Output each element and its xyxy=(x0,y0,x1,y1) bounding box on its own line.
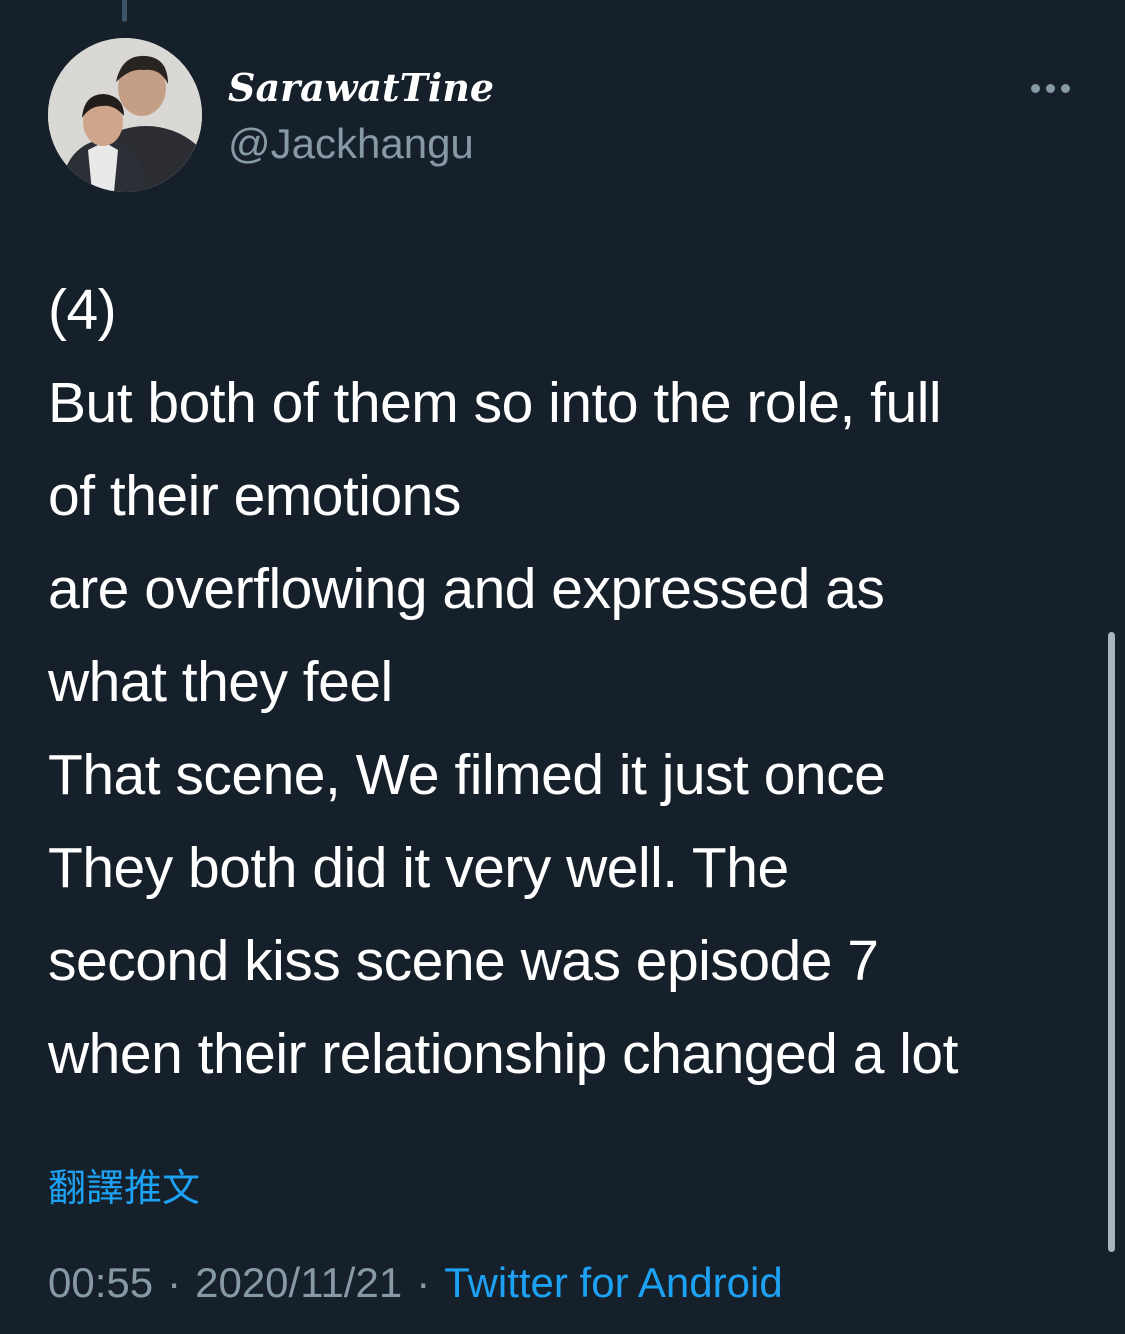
avatar[interactable] xyxy=(48,38,202,192)
more-dot xyxy=(1030,83,1040,93)
tweet-text: (4) But both of them so into the role, f… xyxy=(48,264,1098,1101)
tweet-time: 00:55 xyxy=(48,1259,154,1306)
tweet-text-line: when their relationship changed a lot xyxy=(48,1022,958,1086)
tweet-date: 2020/11/21 xyxy=(195,1259,403,1306)
translate-tweet-link[interactable]: 翻譯推文 xyxy=(48,1164,200,1214)
author-display-name[interactable]: SarawatTine xyxy=(228,62,494,114)
more-dot xyxy=(1045,83,1055,93)
more-options-icon[interactable] xyxy=(1020,72,1080,104)
tweet-text-line: are overflowing and expressed as xyxy=(48,557,885,621)
tweet-source-link[interactable]: Twitter for Android xyxy=(444,1259,782,1306)
avatar-photo xyxy=(48,38,202,192)
author-handle[interactable]: @Jackhangu xyxy=(228,118,474,170)
tweet-text-line: That scene, We filmed it just once xyxy=(48,743,886,807)
meta-separator: · xyxy=(416,1259,431,1306)
meta-separator: · xyxy=(167,1259,182,1306)
tweet-text-line: what they feel xyxy=(48,650,393,714)
tweet-meta: 00:55 · 2020/11/21 · Twitter for Android xyxy=(48,1256,783,1310)
scrollbar[interactable] xyxy=(1108,632,1115,1252)
tweet-text-line: of their emotions xyxy=(48,464,461,528)
tweet-text-line: second kiss scene was episode 7 xyxy=(48,929,879,993)
tweet-text-line: They both did it very well. The xyxy=(48,836,789,900)
more-dot xyxy=(1060,83,1070,93)
tweet-text-line: (4) xyxy=(48,278,117,342)
thread-connector-line xyxy=(122,0,127,22)
tweet-text-line: But both of them so into the role, full xyxy=(48,371,942,435)
